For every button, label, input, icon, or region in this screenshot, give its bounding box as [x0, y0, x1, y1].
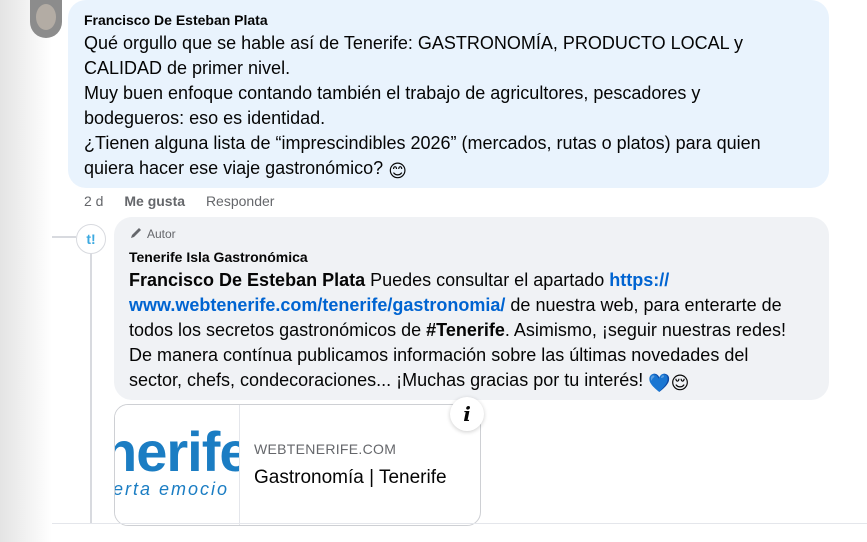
bottom-divider: [52, 523, 867, 524]
info-icon[interactable]: i: [450, 397, 484, 431]
link-domain: WEBTENERIFE.COM: [254, 441, 397, 457]
author-badge-label: Autor: [147, 227, 176, 241]
reply-author[interactable]: Tenerife Isla Gastronómica: [129, 249, 308, 265]
comment-text-line-4: bodegueros: eso es identidad.: [84, 108, 326, 128]
thumbnail-tagline: erta emocio: [115, 479, 230, 499]
reply-text-4: . Asimismo, ¡seguir nuestras redes!: [504, 320, 786, 340]
comment-actions: 2 d Me gusta Responder: [84, 193, 291, 209]
comment-time[interactable]: 2 d: [84, 193, 103, 209]
reply-text-3: todos los secretos gastronómicos de: [129, 320, 427, 340]
reply-text-1: Puedes consultar el apartado: [365, 270, 610, 290]
comment-text-line-2: CALIDAD de primer nivel.: [84, 58, 291, 78]
link-thumbnail[interactable]: nerife erta emocio: [115, 405, 240, 525]
comment-text-line-3: Muy buen enfoque contando también el tra…: [84, 83, 701, 103]
url-link-part-1[interactable]: https://: [609, 270, 669, 290]
comment-text-line-6-text: quiera hacer ese viaje gastronómico?: [84, 158, 384, 178]
page-avatar[interactable]: t!: [76, 224, 106, 254]
reply-text-6: sector, chefs, condecoraciones... ¡Mucha…: [129, 370, 644, 390]
author-badge: Autor: [129, 226, 176, 241]
heart-emoji: 💙😌: [648, 373, 690, 393]
reply-text-line-1: Francisco De Esteban Plata Puedes consul…: [129, 268, 669, 293]
mention-link[interactable]: Francisco De Esteban Plata: [129, 270, 365, 290]
hashtag-link[interactable]: #Tenerife: [426, 320, 505, 340]
thread-line: [90, 254, 92, 524]
like-button[interactable]: Me gusta: [124, 193, 185, 209]
smile-emoji: 😊: [388, 161, 407, 181]
reply-text-line-5: sector, chefs, condecoraciones... ¡Mucha…: [129, 368, 689, 396]
reply-text-line-3: todos los secretos gastronómicos de #Ten…: [129, 318, 786, 343]
pencil-icon: [131, 228, 141, 238]
thread-connector: [52, 236, 76, 238]
comment-author[interactable]: Francisco De Esteban Plata: [84, 12, 268, 28]
url-link-part-2[interactable]: www.webtenerife.com/tenerife/gastronomia…: [129, 295, 505, 315]
reply-text-line-2: www.webtenerife.com/tenerife/gastronomia…: [129, 293, 782, 318]
link-title[interactable]: Gastronomía | Tenerife: [254, 467, 447, 489]
thumbnail-logo-text: nerife: [115, 420, 239, 483]
comment-text-line-6: quiera hacer ese viaje gastronómico? 😊: [84, 156, 407, 184]
link-preview-card[interactable]: nerife erta emocio WEBTENERIFE.COM Gastr…: [114, 404, 481, 526]
comment-text-line-5: ¿Tienen alguna lista de “imprescindibles…: [84, 133, 761, 153]
reply-text-2: de nuestra web, para enterarte de: [505, 295, 782, 315]
reply-text-line-4: De manera contínua publicamos informació…: [129, 345, 749, 365]
reply-button[interactable]: Responder: [206, 193, 275, 209]
left-edge-shade: [0, 0, 52, 542]
comment-text-line-1: Qué orgullo que se hable así de Tenerife…: [84, 33, 743, 53]
commenter-avatar[interactable]: [30, 0, 62, 38]
